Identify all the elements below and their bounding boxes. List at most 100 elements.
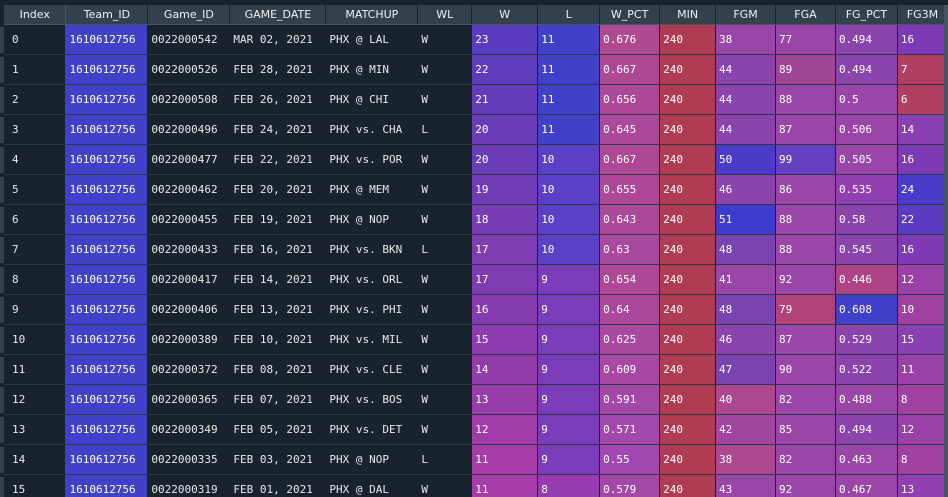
cell-w-pct[interactable]: 0.655 <box>599 174 661 205</box>
cell-fg-pct[interactable]: 0.494 <box>835 414 898 445</box>
cell-w-pct[interactable]: 0.609 <box>599 354 661 385</box>
cell-l[interactable]: 10 <box>537 174 601 205</box>
cell-game-date[interactable]: FEB 08, 2021 <box>229 354 327 385</box>
cell-game-id[interactable]: 0022000365 <box>147 384 231 415</box>
cell-l[interactable]: 8 <box>537 474 601 497</box>
cell-team-id[interactable]: 1610612756 <box>65 204 149 235</box>
cell-wl[interactable]: W <box>417 474 473 497</box>
cell-fga[interactable]: 92 <box>775 264 836 295</box>
row-index[interactable]: 14 <box>4 444 67 475</box>
cell-w[interactable]: 23 <box>471 24 539 55</box>
column-header-fga[interactable]: FGA <box>775 5 836 25</box>
cell-l[interactable]: 9 <box>537 324 601 355</box>
cell-w[interactable]: 11 <box>471 444 539 475</box>
cell-wl[interactable]: W <box>417 204 473 235</box>
cell-fg-pct[interactable]: 0.506 <box>835 114 898 145</box>
cell-fgm[interactable]: 48 <box>715 294 776 325</box>
cell-wl[interactable]: W <box>417 354 473 385</box>
cell-l[interactable]: 9 <box>537 264 601 295</box>
cell-game-date[interactable]: FEB 20, 2021 <box>229 174 327 205</box>
cell-fg-pct[interactable]: 0.608 <box>835 294 898 325</box>
cell-team-id[interactable]: 1610612756 <box>65 84 149 115</box>
table-row[interactable]: 8 1610612756 0022000417 FEB 14, 2021 PHX vs.… <box>4 264 948 295</box>
column-header-game-id[interactable]: Game_ID <box>147 5 231 25</box>
cell-l[interactable]: 10 <box>537 144 601 175</box>
table-row[interactable]: 10 1610612756 0022000389 FEB 10, 2021 PHX vs… <box>4 324 948 355</box>
cell-fga[interactable]: 85 <box>775 414 836 445</box>
table-row[interactable]: 3 1610612756 0022000496 FEB 24, 2021 PHX vs.… <box>4 114 948 145</box>
row-index[interactable]: 15 <box>4 474 67 497</box>
cell-min[interactable]: 240 <box>659 444 717 475</box>
cell-wl[interactable]: W <box>417 54 473 85</box>
cell-min[interactable]: 240 <box>659 324 717 355</box>
cell-fgm[interactable]: 42 <box>715 414 776 445</box>
cell-team-id[interactable]: 1610612756 <box>65 264 149 295</box>
column-header-fgm[interactable]: FGM <box>715 5 776 25</box>
cell-fg3m[interactable]: 12 <box>897 264 948 295</box>
row-index[interactable]: 6 <box>4 204 67 235</box>
cell-wl[interactable]: W <box>417 384 473 415</box>
cell-matchup[interactable]: PHX vs. ORL <box>325 264 419 295</box>
table-row[interactable]: 7 1610612756 0022000433 FEB 16, 2021 PHX vs.… <box>4 234 948 265</box>
cell-min[interactable]: 240 <box>659 84 717 115</box>
column-header-fg-pct[interactable]: FG_PCT <box>835 5 898 25</box>
cell-wl[interactable]: W <box>417 174 473 205</box>
cell-fg-pct[interactable]: 0.522 <box>835 354 898 385</box>
cell-wl[interactable]: L <box>417 114 473 145</box>
cell-fga[interactable]: 87 <box>775 114 836 145</box>
cell-game-id[interactable]: 0022000526 <box>147 54 231 85</box>
cell-min[interactable]: 240 <box>659 144 717 175</box>
cell-game-id[interactable]: 0022000496 <box>147 114 231 145</box>
cell-fgm[interactable]: 41 <box>715 264 776 295</box>
cell-matchup[interactable]: PHX vs. BOS <box>325 384 419 415</box>
table-row[interactable]: 0 1610612756 0022000542 MAR 02, 2021 PHX @ L… <box>4 24 948 55</box>
cell-w[interactable]: 20 <box>471 114 539 145</box>
cell-game-date[interactable]: FEB 14, 2021 <box>229 264 327 295</box>
table-row[interactable]: 12 1610612756 0022000365 FEB 07, 2021 PHX vs… <box>4 384 948 415</box>
row-index[interactable]: 4 <box>4 144 67 175</box>
cell-matchup[interactable]: PHX @ NOP <box>325 204 419 235</box>
cell-game-date[interactable]: FEB 16, 2021 <box>229 234 327 265</box>
cell-fg3m[interactable]: 22 <box>897 204 948 235</box>
cell-fgm[interactable]: 44 <box>715 84 776 115</box>
cell-fg-pct[interactable]: 0.58 <box>835 204 898 235</box>
cell-fg-pct[interactable]: 0.505 <box>835 144 898 175</box>
row-index[interactable]: 10 <box>4 324 67 355</box>
cell-fgm[interactable]: 38 <box>715 444 776 475</box>
cell-l[interactable]: 9 <box>537 444 601 475</box>
cell-w[interactable]: 16 <box>471 294 539 325</box>
cell-w-pct[interactable]: 0.676 <box>599 24 661 55</box>
cell-fga[interactable]: 82 <box>775 444 836 475</box>
cell-fgm[interactable]: 46 <box>715 324 776 355</box>
row-index[interactable]: 7 <box>4 234 67 265</box>
cell-l[interactable]: 11 <box>537 84 601 115</box>
cell-w-pct[interactable]: 0.645 <box>599 114 661 145</box>
table-row[interactable]: 13 1610612756 0022000349 FEB 05, 2021 PHX vs… <box>4 414 948 445</box>
cell-game-id[interactable]: 0022000319 <box>147 474 231 497</box>
cell-fga[interactable]: 87 <box>775 324 836 355</box>
cell-w[interactable]: 17 <box>471 264 539 295</box>
cell-wl[interactable]: W <box>417 414 473 445</box>
table-row[interactable]: 6 1610612756 0022000455 FEB 19, 2021 PHX @ N… <box>4 204 948 235</box>
cell-w-pct[interactable]: 0.667 <box>599 54 661 85</box>
cell-team-id[interactable]: 1610612756 <box>65 444 149 475</box>
cell-l[interactable]: 11 <box>537 54 601 85</box>
cell-game-id[interactable]: 0022000349 <box>147 414 231 445</box>
cell-fg3m[interactable]: 16 <box>897 144 948 175</box>
cell-fg-pct[interactable]: 0.494 <box>835 54 898 85</box>
cell-min[interactable]: 240 <box>659 234 717 265</box>
column-header-wl[interactable]: WL <box>417 5 473 25</box>
row-index[interactable]: 13 <box>4 414 67 445</box>
table-row[interactable]: 15 1610612756 0022000319 FEB 01, 2021 PHX @ … <box>4 474 948 497</box>
cell-w[interactable]: 13 <box>471 384 539 415</box>
cell-fga[interactable]: 82 <box>775 384 836 415</box>
cell-team-id[interactable]: 1610612756 <box>65 414 149 445</box>
column-header-matchup[interactable]: MATCHUP <box>325 5 419 25</box>
cell-min[interactable]: 240 <box>659 414 717 445</box>
cell-fgm[interactable]: 48 <box>715 234 776 265</box>
cell-fg3m[interactable]: 7 <box>897 54 948 85</box>
cell-matchup[interactable]: PHX vs. PHI <box>325 294 419 325</box>
cell-game-date[interactable]: FEB 28, 2021 <box>229 54 327 85</box>
cell-fg3m[interactable]: 13 <box>897 474 948 497</box>
table-row[interactable]: 9 1610612756 0022000406 FEB 13, 2021 PHX vs.… <box>4 294 948 325</box>
